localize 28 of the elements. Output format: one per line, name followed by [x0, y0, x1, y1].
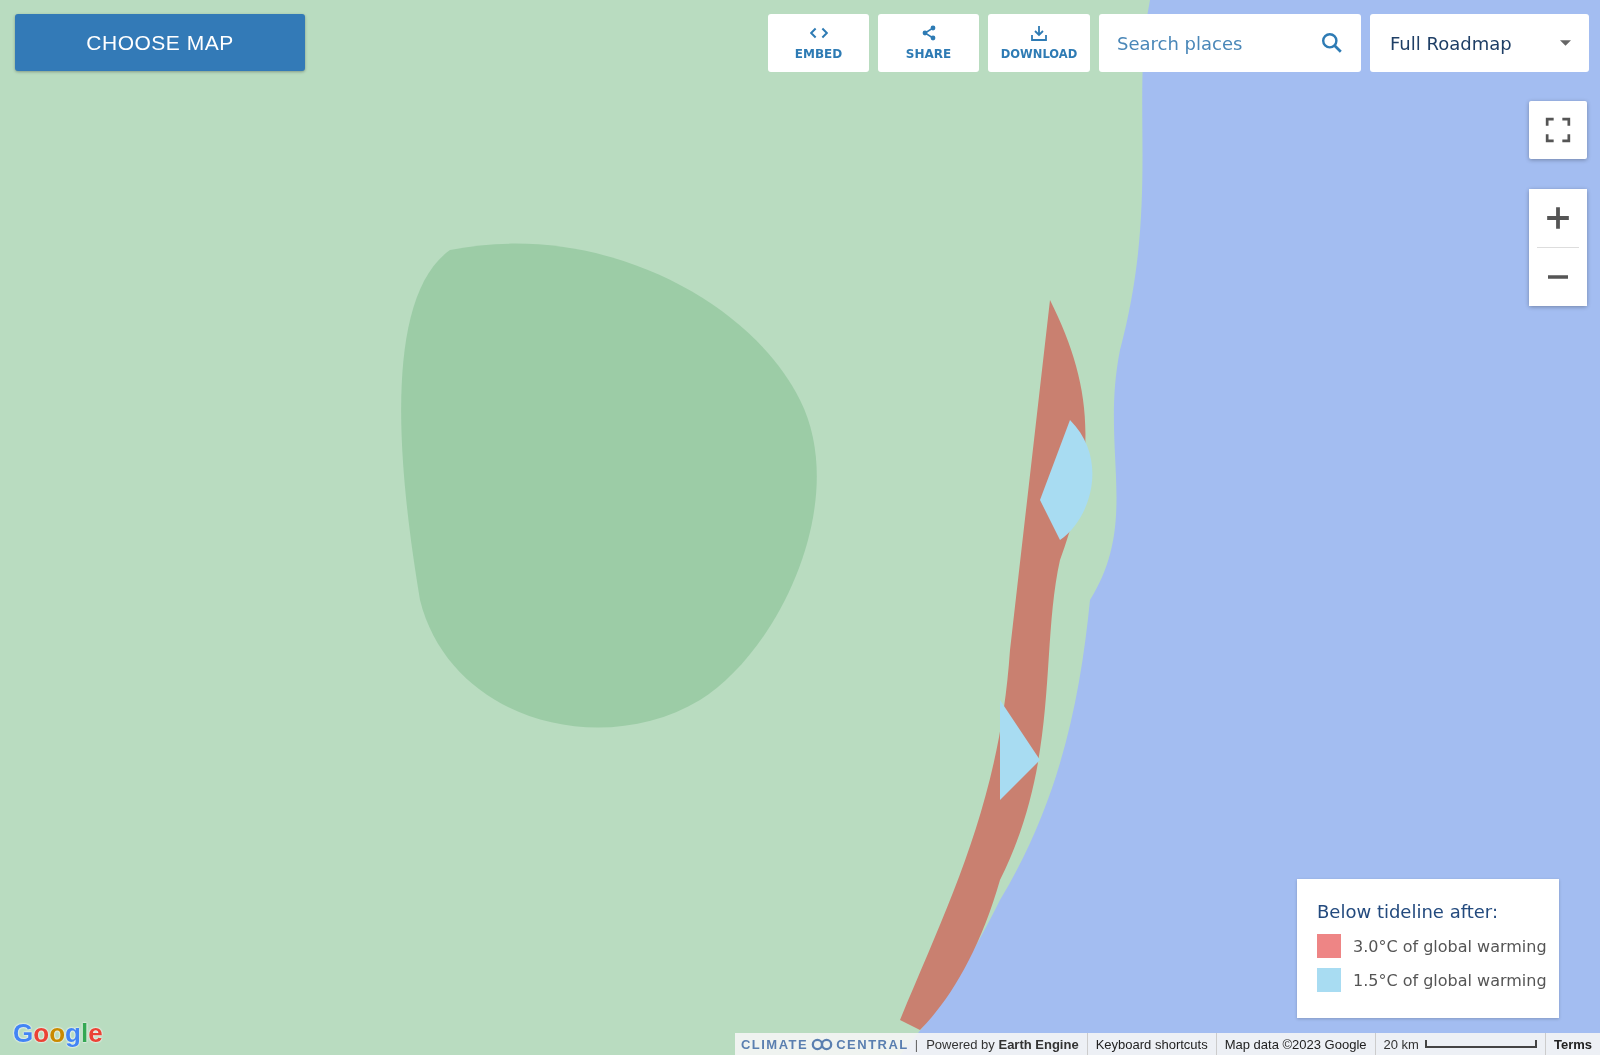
choose-map-button[interactable]: CHOOSE MAP — [15, 14, 305, 71]
search-field[interactable]: Search places — [1099, 14, 1361, 72]
fullscreen-icon — [1545, 117, 1571, 143]
attribution-link[interactable]: Keyboard shortcuts — [1087, 1033, 1217, 1055]
plus-icon — [1545, 205, 1571, 231]
share-button[interactable]: SHARE — [878, 14, 979, 72]
climate-central-logo[interactable]: CLIMATE CENTRAL — [734, 1036, 915, 1052]
google-logo: Google — [13, 1018, 103, 1049]
separator: | — [914, 1036, 919, 1052]
map-type-dropdown[interactable]: Full Roadmap — [1370, 14, 1589, 72]
code-icon — [809, 25, 828, 41]
fullscreen-button[interactable] — [1529, 101, 1587, 159]
caret-icon — [1560, 40, 1571, 46]
legend-label: 3.0°C of global warming — [1353, 936, 1547, 956]
zoom-out-button[interactable] — [1529, 248, 1587, 306]
search-icon[interactable] — [1321, 32, 1343, 54]
embed-button[interactable]: EMBED — [768, 14, 869, 72]
legend-title: Below tideline after: — [1317, 901, 1499, 922]
legend-label: 1.5°C of global warming — [1353, 970, 1547, 990]
download-icon — [1030, 25, 1048, 41]
download-button[interactable]: DOWNLOAD — [988, 14, 1090, 72]
powered-by-text: Powered by Earth Engine — [926, 1036, 1079, 1052]
minus-icon — [1547, 275, 1569, 279]
zoom-in-button[interactable] — [1529, 189, 1587, 247]
map-drawing[interactable] — [0, 0, 1600, 1055]
terms-link[interactable]: Terms — [1545, 1033, 1600, 1055]
attribution-link[interactable]: Map data ©2023 Google — [1216, 1033, 1376, 1055]
scale-label: 20 km — [1383, 1036, 1419, 1052]
